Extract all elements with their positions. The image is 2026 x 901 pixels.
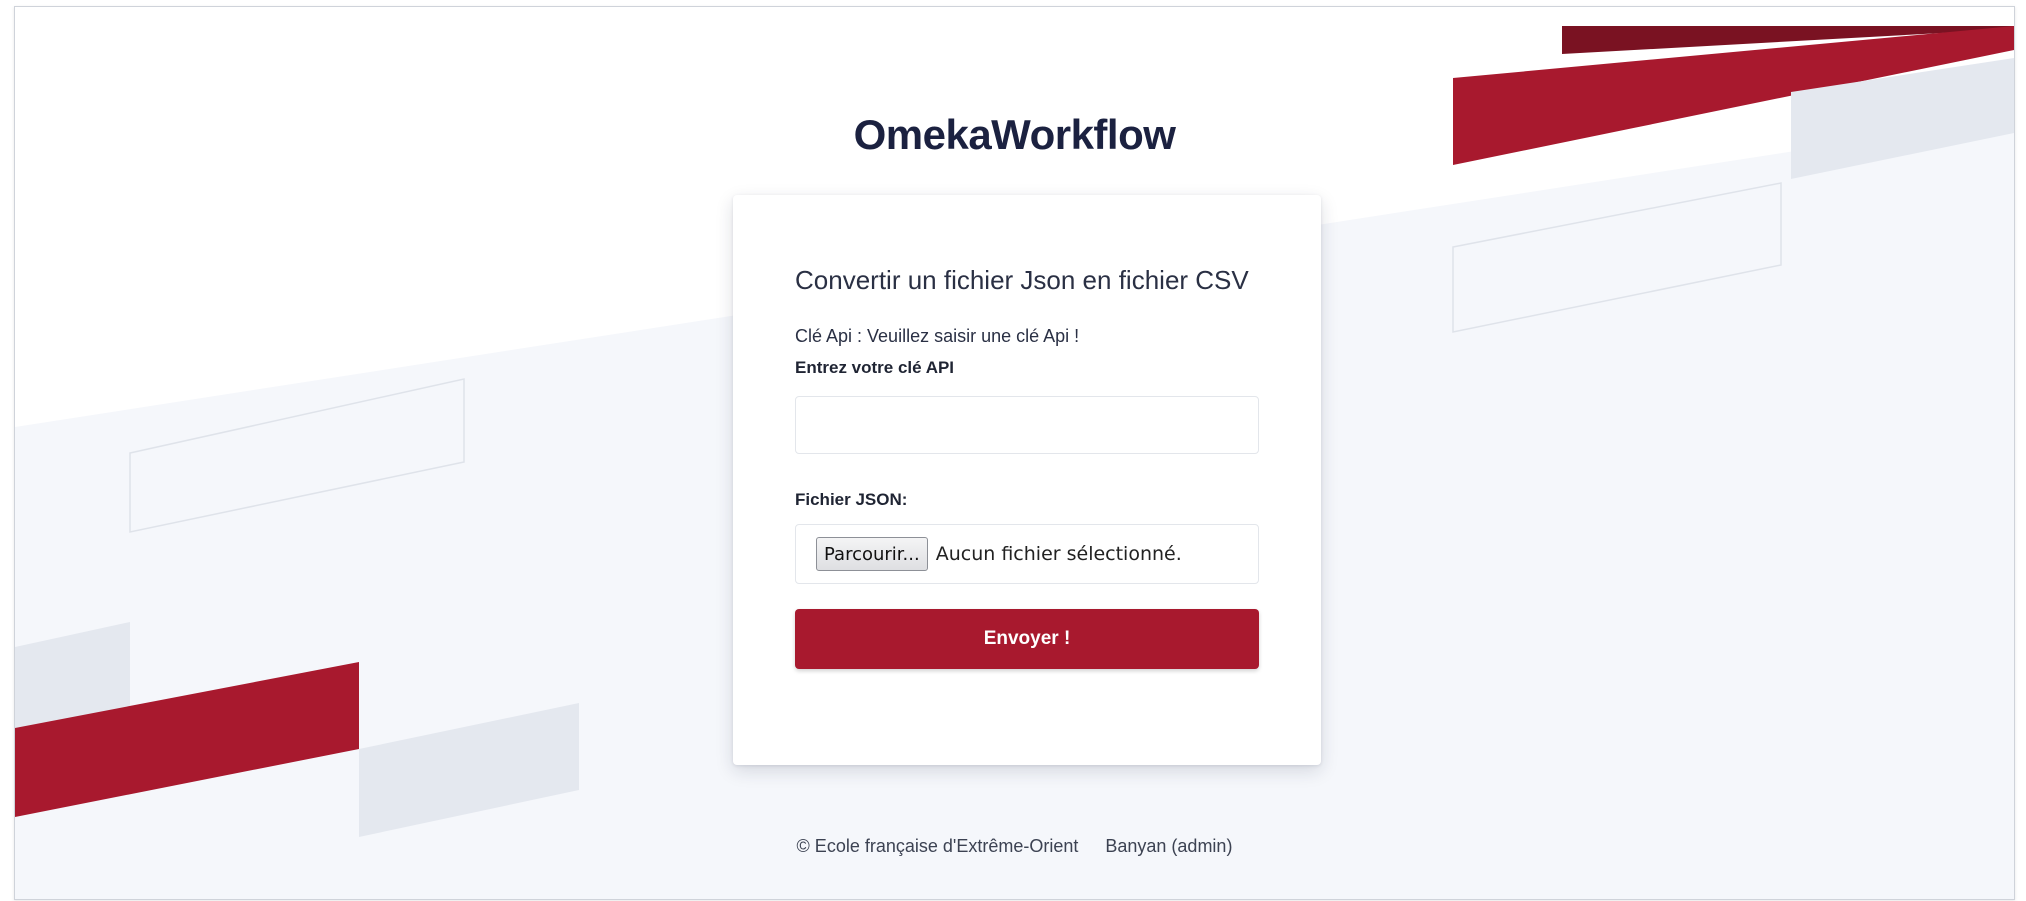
user-link[interactable]: Banyan (admin) <box>1105 836 1232 856</box>
file-status-text: Aucun fichier sélectionné. <box>935 543 1182 565</box>
api-key-input[interactable] <box>795 396 1259 454</box>
json-file-label: Fichier JSON: <box>795 490 908 509</box>
app-title: OmekaWorkflow <box>853 111 1176 158</box>
api-key-label: Entrez votre clé API <box>795 358 955 377</box>
api-key-status: Clé Api : Veuillez saisir une clé Api ! <box>795 326 1080 346</box>
browser-viewport: OmekaWorkflow Convertir un fichier Json … <box>14 6 2015 900</box>
convert-form-card: Convertir un fichier Json en fichier CSV… <box>733 195 1321 765</box>
footer: © Ecole française d'Extrême-Orient Banya… <box>15 836 2014 857</box>
copyright-text: © Ecole française d'Extrême-Orient <box>796 836 1079 856</box>
json-file-input[interactable]: Parcourir... Aucun fichier sélectionné. <box>795 524 1259 584</box>
form-title: Convertir un fichier Json en fichier CSV <box>795 265 1249 295</box>
submit-button[interactable]: Envoyer ! <box>795 609 1259 669</box>
browse-button[interactable]: Parcourir... <box>816 537 928 571</box>
